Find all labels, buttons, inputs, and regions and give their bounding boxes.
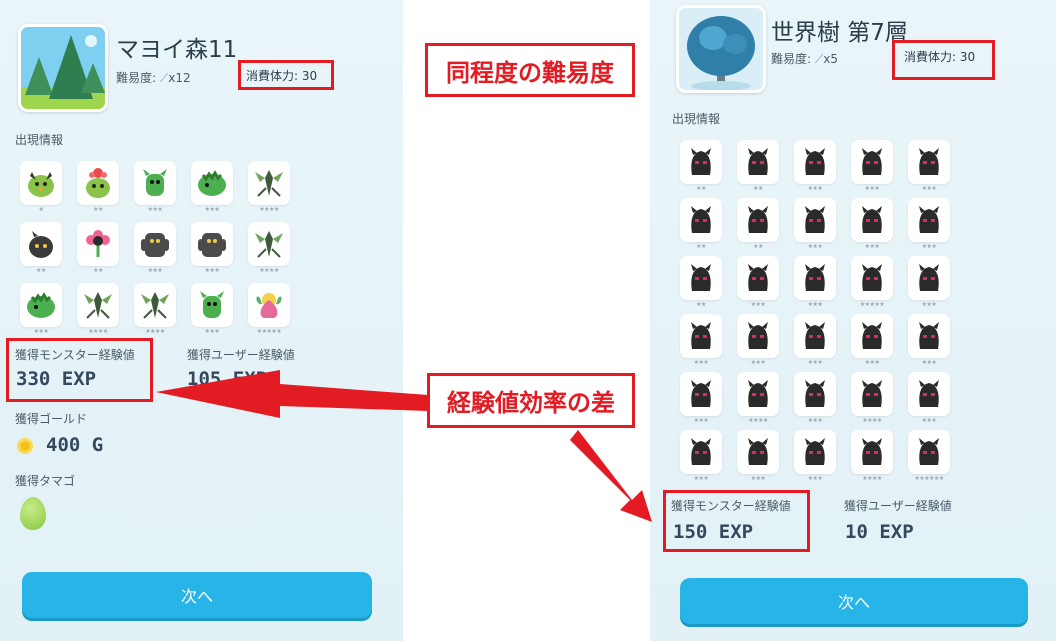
arrow-to-left-exp	[156, 370, 428, 418]
arrow-to-right-exp	[570, 430, 652, 522]
annotation-arrows	[156, 370, 652, 522]
